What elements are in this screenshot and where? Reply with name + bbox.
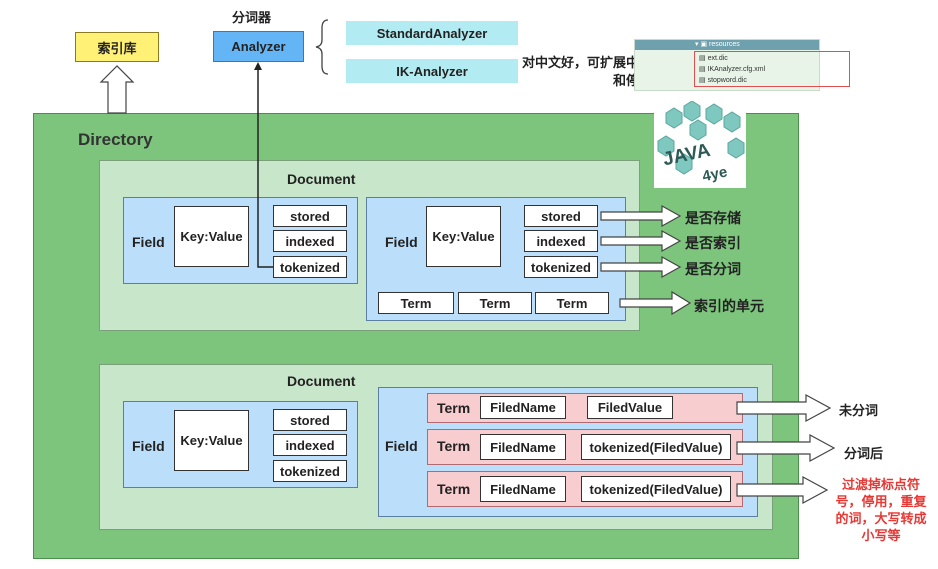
arrow-right-icon <box>600 229 682 253</box>
tokenized-to-analyzer-line <box>257 68 273 268</box>
arrow-right-icon <box>736 475 829 505</box>
arrow-right-icon <box>736 393 832 423</box>
arrow-right-icon <box>600 255 682 279</box>
arrow-right-icon <box>600 204 682 228</box>
curly-brace-icon <box>315 19 329 75</box>
arrow-head-icon <box>254 62 262 70</box>
connectors <box>99 19 836 505</box>
up-arrow-icon <box>99 65 135 114</box>
arrow-right-icon <box>736 433 836 463</box>
arrow-right-icon <box>619 290 692 316</box>
